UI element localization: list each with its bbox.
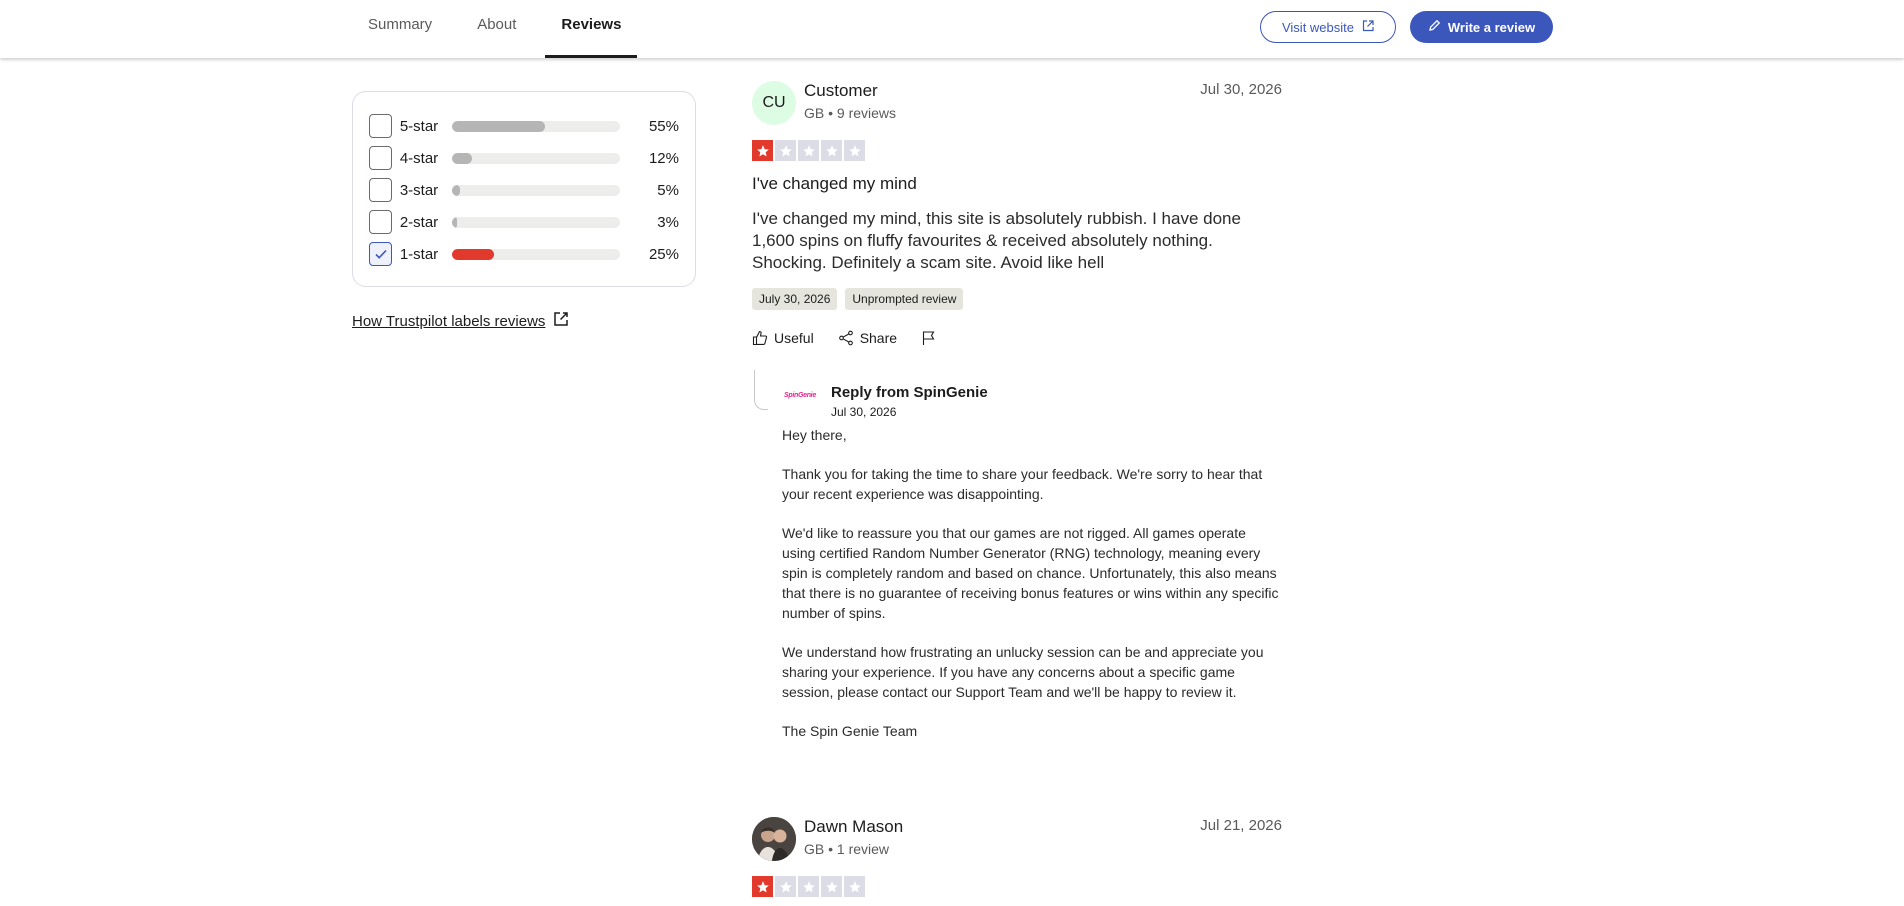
- star-rating: [752, 140, 1282, 161]
- tab-about[interactable]: About: [461, 0, 532, 58]
- useful-label: Useful: [774, 330, 814, 346]
- reply-paragraph: We understand how frustrating an unlucky…: [782, 644, 1264, 700]
- how-labels-reviews-text: How Trustpilot labels reviews: [352, 312, 546, 330]
- experience-date-chip: July 30, 2026: [752, 288, 838, 310]
- review-title[interactable]: I've changed my mind: [752, 174, 1282, 194]
- filter-percentage: 12%: [648, 149, 679, 167]
- filter-bar-track: [451, 152, 621, 164]
- external-link-icon: [1362, 19, 1374, 35]
- company-logo: SpinGenie: [784, 392, 816, 399]
- tab-list: Summary About Reviews: [352, 0, 650, 58]
- filter-bar-fill: [451, 120, 545, 132]
- reviewer-name[interactable]: Dawn Mason: [804, 817, 903, 837]
- pencil-icon: [1428, 19, 1441, 35]
- review-card: CU Customer GB • 9 reviews Jul 30, 2026 …: [752, 81, 1282, 760]
- filter-checkbox[interactable]: [369, 146, 392, 170]
- filter-label: 2-star: [399, 213, 439, 231]
- filter-row-4-star[interactable]: 4-star 12%: [369, 142, 679, 174]
- share-label: Share: [859, 330, 898, 346]
- star-icon: [752, 140, 773, 161]
- visit-website-button[interactable]: Visit website: [1260, 11, 1396, 43]
- star-filter-card: 5-star 55% 4-star 12% 3-star 5% 2-star 3…: [352, 91, 696, 287]
- filter-checkbox[interactable]: [369, 178, 392, 202]
- unprompted-review-chip[interactable]: Unprompted review: [845, 288, 964, 310]
- star-icon: [821, 140, 842, 161]
- review-chips: July 30, 2026 Unprompted review: [752, 288, 1282, 310]
- review-header: Dawn Mason GB • 1 review Jul 21, 2026: [752, 817, 1282, 867]
- filter-bar-track: [451, 120, 621, 132]
- thumbs-up-icon: [752, 330, 768, 346]
- top-nav-bar: Summary About Reviews Visit website Writ…: [0, 0, 1904, 58]
- review-date: Jul 21, 2026: [1200, 817, 1282, 834]
- reviewer-meta: GB • 9 reviews: [804, 105, 897, 121]
- review-actions: Useful Share: [752, 330, 1282, 346]
- share-icon: [838, 330, 853, 346]
- filter-bar-track: [451, 248, 621, 260]
- tab-summary[interactable]: Summary: [352, 0, 448, 58]
- visit-website-label: Visit website: [1281, 19, 1354, 35]
- reply-paragraph: We'd like to reassure you that our games…: [782, 525, 1279, 621]
- reply-connector: [754, 370, 768, 410]
- filter-percentage: 55%: [648, 117, 679, 135]
- company-reply: SpinGenie Reply from SpinGenie Jul 30, 2…: [752, 370, 1282, 741]
- flag-icon: [922, 331, 935, 345]
- reply-paragraph: The Spin Genie Team: [782, 723, 918, 739]
- filter-label: 4-star: [399, 149, 439, 167]
- review-header: CU Customer GB • 9 reviews Jul 30, 2026: [752, 81, 1282, 131]
- check-icon: [375, 249, 387, 259]
- filter-row-3-star[interactable]: 3-star 5%: [369, 174, 679, 206]
- filter-bar-fill: [451, 184, 461, 196]
- reviewer-meta: GB • 1 review: [804, 841, 890, 857]
- review-date: Jul 30, 2026: [1200, 81, 1282, 98]
- external-link-icon: [553, 311, 569, 331]
- filter-label: 1-star: [399, 245, 439, 263]
- reply-paragraph: Thank you for taking the time to share y…: [782, 466, 1263, 502]
- filter-percentage: 25%: [648, 245, 679, 263]
- how-labels-reviews-link[interactable]: How Trustpilot labels reviews: [352, 311, 569, 331]
- review-card: Dawn Mason GB • 1 review Jul 21, 2026: [752, 817, 1282, 897]
- filter-row-5-star[interactable]: 5-star 55%: [369, 110, 679, 142]
- avatar[interactable]: [752, 817, 796, 861]
- star-icon: [821, 876, 842, 897]
- filter-bar-fill: [451, 248, 495, 260]
- avatar[interactable]: CU: [752, 81, 796, 125]
- filter-checkbox[interactable]: [369, 114, 392, 138]
- star-rating: [752, 876, 1282, 897]
- star-icon: [775, 876, 796, 897]
- reply-body: Hey there, Thank you for taking the time…: [782, 425, 1282, 741]
- useful-button[interactable]: Useful: [752, 330, 814, 346]
- write-review-button[interactable]: Write a review: [1410, 11, 1553, 43]
- star-icon: [844, 140, 865, 161]
- filter-percentage: 5%: [657, 181, 679, 199]
- filter-checkbox[interactable]: [369, 210, 392, 234]
- filter-label: 3-star: [399, 181, 439, 199]
- report-button[interactable]: [921, 330, 937, 346]
- tab-reviews[interactable]: Reviews: [545, 0, 638, 58]
- filter-bar-fill: [451, 152, 473, 164]
- star-icon: [798, 876, 819, 897]
- review-body: I've changed my mind, this site is absol…: [752, 209, 1241, 272]
- reply-date: Jul 30, 2026: [831, 405, 897, 419]
- star-icon: [775, 140, 796, 161]
- star-icon: [844, 876, 865, 897]
- write-review-label: Write a review: [1447, 19, 1536, 35]
- reply-paragraph: Hey there,: [782, 427, 847, 443]
- share-button[interactable]: Share: [838, 330, 897, 346]
- filter-row-2-star[interactable]: 2-star 3%: [369, 206, 679, 238]
- reply-from: Reply from SpinGenie: [831, 384, 988, 401]
- filter-percentage: 3%: [657, 213, 679, 231]
- filter-bar-track: [451, 216, 621, 228]
- star-icon: [798, 140, 819, 161]
- filter-bar-fill: [451, 216, 457, 228]
- filter-checkbox-checked[interactable]: [369, 242, 392, 266]
- reviewer-name[interactable]: Customer: [804, 81, 878, 101]
- star-icon: [752, 876, 773, 897]
- filter-row-1-star[interactable]: 1-star 25%: [369, 238, 679, 270]
- filter-bar-track: [451, 184, 621, 196]
- filter-label: 5-star: [399, 117, 439, 135]
